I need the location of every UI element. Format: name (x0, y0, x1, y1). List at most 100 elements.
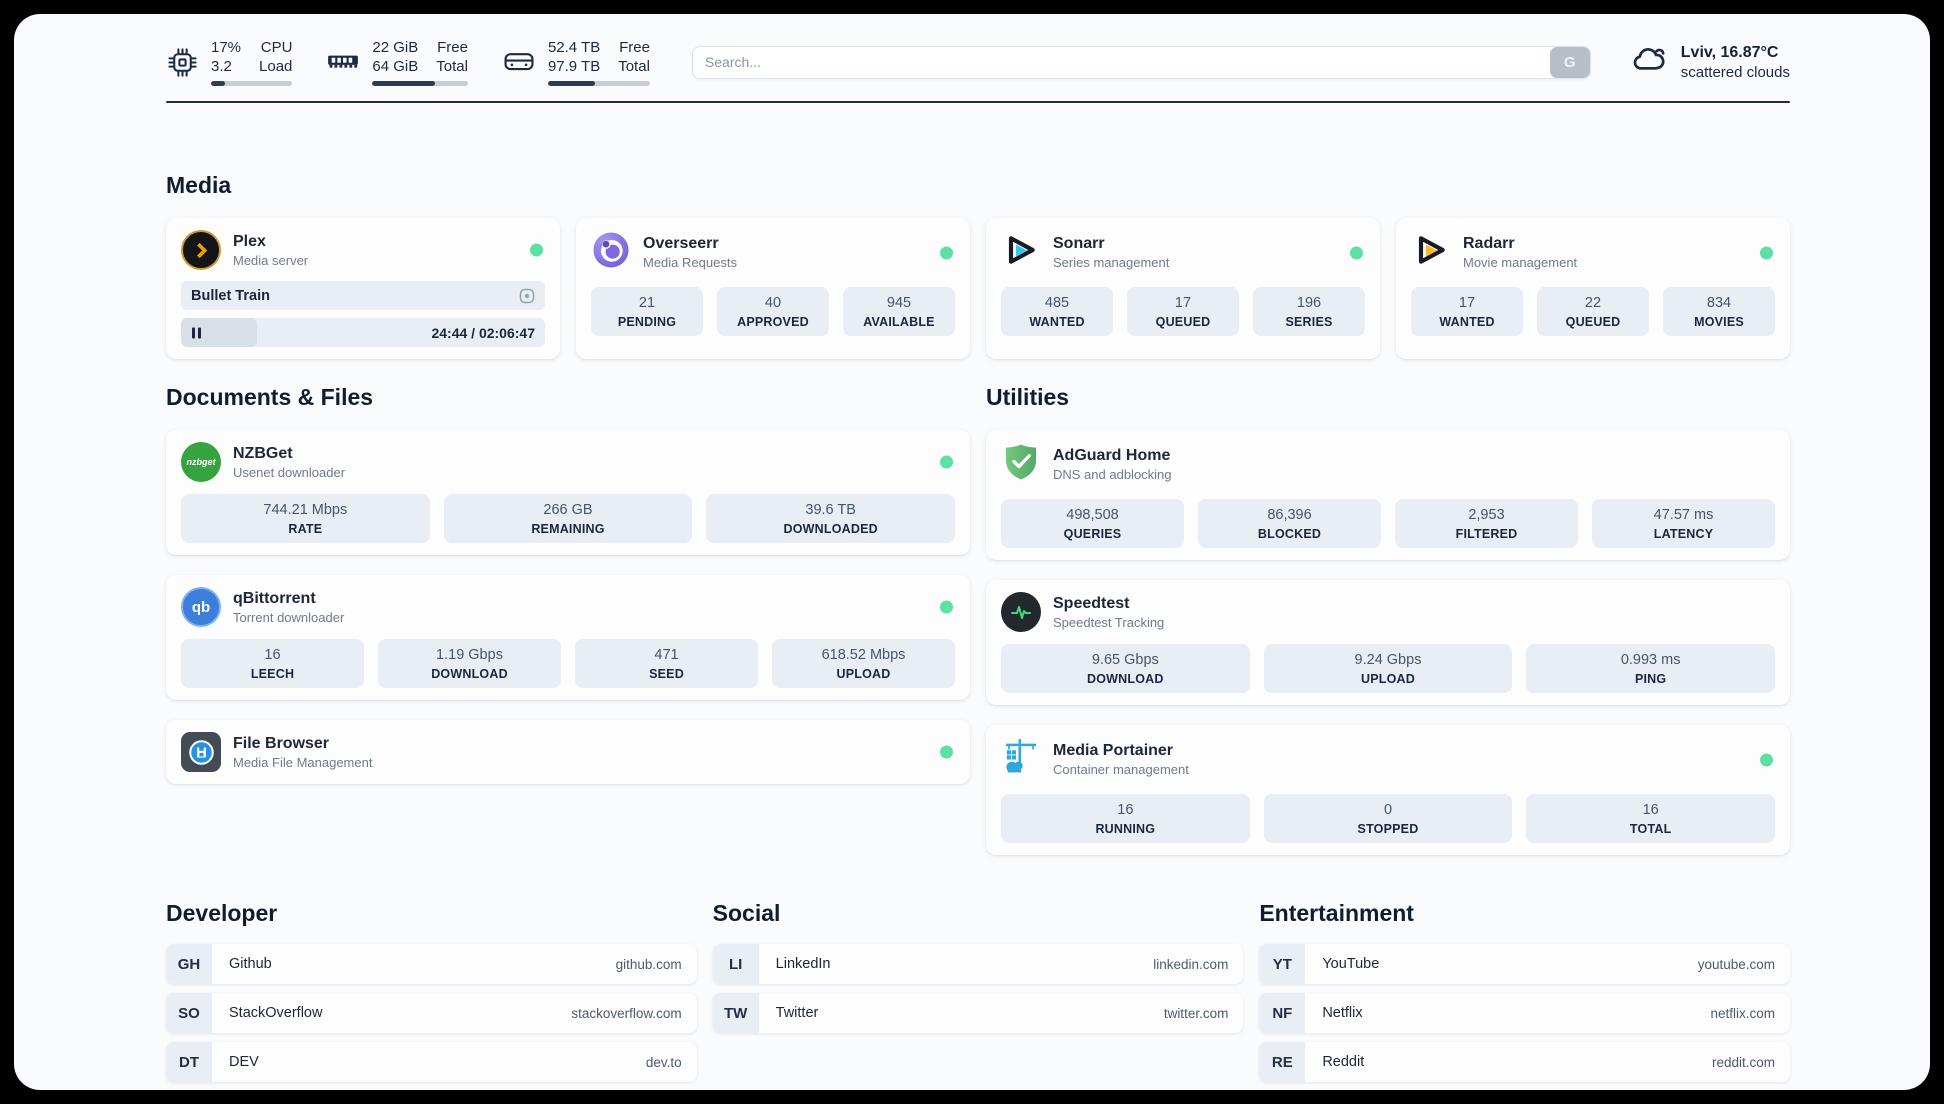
section-title-entertainment: Entertainment (1259, 900, 1414, 926)
section-title-social: Social (712, 900, 781, 926)
section-title-documents: Documents & Files (166, 384, 374, 410)
bookmark-url: netflix.com (1710, 1005, 1775, 1021)
bookmark-abbr: DT (166, 1042, 212, 1082)
search-engine-button[interactable]: G (1549, 46, 1590, 78)
stat-tile-filtered: 2,953 FILTERED (1395, 499, 1578, 548)
stat-value: 16 (1117, 802, 1134, 818)
hw-stat-cpu: 17% 3.2 CPU Load (166, 38, 293, 86)
section-social: Social LI LinkedIn linkedin.com TW Twitter twi… (712, 899, 1244, 1033)
stat-value: 21 (638, 295, 656, 311)
stat-tile-wanted: 17 WANTED (1411, 287, 1523, 336)
stat-tile-movies: 834 MOVIES (1663, 287, 1775, 336)
app-titles: qBittorrent Torrent downloader (233, 589, 344, 626)
stat-value: 86,396 (1267, 507, 1312, 523)
app-card-plex[interactable]: Plex Media server Bullet Train 24:44 / 02:0… (166, 218, 560, 359)
stat-label: AVAILABLE (863, 315, 935, 329)
app-titles: NZBGet Usenet downloader (233, 444, 345, 481)
section-media: Media Plex Media server Bullet Train 24:44 … (166, 171, 1790, 359)
bookmark-reddit[interactable]: RE Reddit reddit.com (1259, 1042, 1790, 1082)
bookmark-twitter[interactable]: TW Twitter twitter.com (712, 993, 1244, 1033)
stat-value: 22 (1584, 295, 1602, 311)
bookmark-github[interactable]: GH Github github.com (166, 944, 697, 984)
status-dot-online (1350, 246, 1363, 259)
utilities-cards: AdGuard Home DNS and adblocking 498,508 QUE… (986, 430, 1790, 855)
app-titles: Sonarr Series management (1053, 234, 1169, 271)
stat-tile-download: 9.65 Gbps DOWNLOAD (1001, 644, 1250, 693)
status-dot-online (1760, 753, 1773, 766)
app-card-adguard-home[interactable]: AdGuard Home DNS and adblocking 498,508 QUE… (986, 430, 1790, 560)
stat-tile-available: 945 AVAILABLE (843, 287, 955, 336)
app-card-sonarr[interactable]: Sonarr Series management 485 WANTED 17 QUEUED… (986, 218, 1380, 359)
app-card-header: Overseerr Media Requests (591, 230, 955, 275)
stat-tiles: 16 RUNNING 0 STOPPED 16 TOTAL (1001, 794, 1775, 843)
stat-value: 0.993 ms (1620, 652, 1681, 668)
stat-value: 9.65 Gbps (1091, 652, 1159, 668)
bookmark-stackoverflow[interactable]: SO StackOverflow stackoverflow.com (166, 993, 697, 1033)
stat-label: UPLOAD (836, 667, 891, 681)
app-card-nzbget[interactable]: nzbget NZBGet Usenet downloader 744.21 Mbps… (166, 430, 970, 555)
stat-label: DOWNLOADED (783, 522, 878, 536)
stat-tile-upload: 9.24 Gbps UPLOAD (1263, 644, 1513, 693)
stat-value: 266 GB (543, 502, 593, 518)
stat-value: 498,508 (1066, 507, 1119, 523)
bookmark-netflix[interactable]: NF Netflix netflix.com (1259, 993, 1790, 1033)
stat-label: WANTED (1029, 315, 1085, 329)
app-titles: Radarr Movie management (1463, 234, 1577, 271)
hw-stat-ram: 22 GiB 64 GiB Free Total (326, 38, 468, 86)
stat-value: 618.52 Mbps (821, 647, 906, 663)
speedtest-icon (1001, 592, 1041, 632)
app-card-header: Plex Media server (181, 230, 545, 270)
app-card-qbittorrent[interactable]: qb qBittorrent Torrent downloader 16 LEECH 1.… (166, 575, 970, 700)
bookmark-dev[interactable]: DT DEV dev.to (166, 1042, 697, 1082)
hw-stat-body: 17% 3.2 CPU Load (211, 38, 293, 86)
hw-stat-disk: 52.4 TB 97.9 TB Free Total (502, 38, 650, 86)
app-subtitle: Torrent downloader (233, 609, 345, 625)
stat-label: APPROVED (737, 315, 809, 329)
bookmark-url: stackoverflow.com (571, 1005, 682, 1021)
dashboard-page: 17% 3.2 CPU Load 22 GiB 64 GiB Free Total 52.4 T… (14, 14, 1930, 1090)
section-developer: Developer GH Github github.com SO StackOverfl… (166, 899, 697, 1082)
stat-value: 16 (1642, 802, 1659, 818)
app-subtitle: Container management (1053, 762, 1189, 777)
bookmark-abbr: RE (1259, 1042, 1306, 1082)
app-card-file-browser[interactable]: File Browser Media File Management (166, 720, 970, 784)
stat-tile-seed: 471 SEED (575, 639, 758, 688)
bookmark-youtube[interactable]: YT YouTube youtube.com (1259, 944, 1790, 984)
stat-tile-running: 16 RUNNING (1001, 794, 1250, 843)
stat-tiles: 16 LEECH 1.19 Gbps DOWNLOAD 471 SEED 618.52 Mb… (181, 639, 955, 688)
app-card-media-portainer[interactable]: Media Portainer Container management 16 RUN… (986, 725, 1790, 855)
qbittorrent-icon: qb (181, 587, 221, 627)
playback-progress-bar[interactable]: 24:44 / 02:06:47 (181, 318, 545, 347)
app-card-overseerr[interactable]: Overseerr Media Requests 21 PENDING 40 APPROV… (576, 218, 970, 359)
stat-tiles: 21 PENDING 40 APPROVED 945 AVAILABLE (591, 287, 955, 336)
stat-label: LATENCY (1653, 527, 1714, 541)
app-card-header: Radarr Movie management (1411, 230, 1775, 275)
app-name: Overseerr (643, 235, 719, 252)
app-card-header: qb qBittorrent Torrent downloader (181, 587, 955, 627)
app-titles: File Browser Media File Management (233, 734, 372, 771)
app-titles: Speedtest Speedtest Tracking (1053, 594, 1164, 631)
weather-widget[interactable]: Lviv, 16.87°C scattered clouds (1629, 40, 1790, 85)
app-card-speedtest[interactable]: Speedtest Speedtest Tracking 9.65 Gbps DOWN… (986, 580, 1790, 705)
media-cards: Plex Media server Bullet Train 24:44 / 02:0… (166, 218, 1790, 359)
app-name: Radarr (1463, 235, 1515, 252)
bookmark-url: reddit.com (1711, 1054, 1775, 1070)
middle-columns: Documents & Files nzbget NZBGet Usenet dow… (166, 383, 1790, 855)
adguard-icon (1001, 442, 1041, 487)
bookmark-linkedin[interactable]: LI LinkedIn linkedin.com (712, 944, 1244, 984)
hw-progress-fill (372, 81, 436, 86)
stat-tiles: 744.21 Mbps RATE 266 GB REMAINING 39.6 TB DOW… (181, 494, 955, 543)
header-divider (166, 101, 1790, 103)
app-titles: Overseerr Media Requests (643, 234, 737, 271)
stat-tile-latency: 47.57 ms LATENCY (1592, 499, 1775, 548)
search-input[interactable] (692, 46, 1550, 78)
app-name: File Browser (233, 734, 330, 752)
portainer-icon (1001, 737, 1041, 782)
now-playing-row[interactable]: Bullet Train (181, 281, 545, 310)
status-dot-online (530, 243, 543, 257)
app-card-radarr[interactable]: Radarr Movie management 17 WANTED 22 QUEUED 83… (1396, 218, 1790, 359)
stat-value: 2,953 (1468, 507, 1505, 523)
stat-tiles: 9.65 Gbps DOWNLOAD 9.24 Gbps UPLOAD 0.993 ms… (1001, 644, 1775, 693)
pause-icon[interactable] (192, 327, 201, 338)
stat-value: 9.24 Gbps (1354, 652, 1422, 668)
